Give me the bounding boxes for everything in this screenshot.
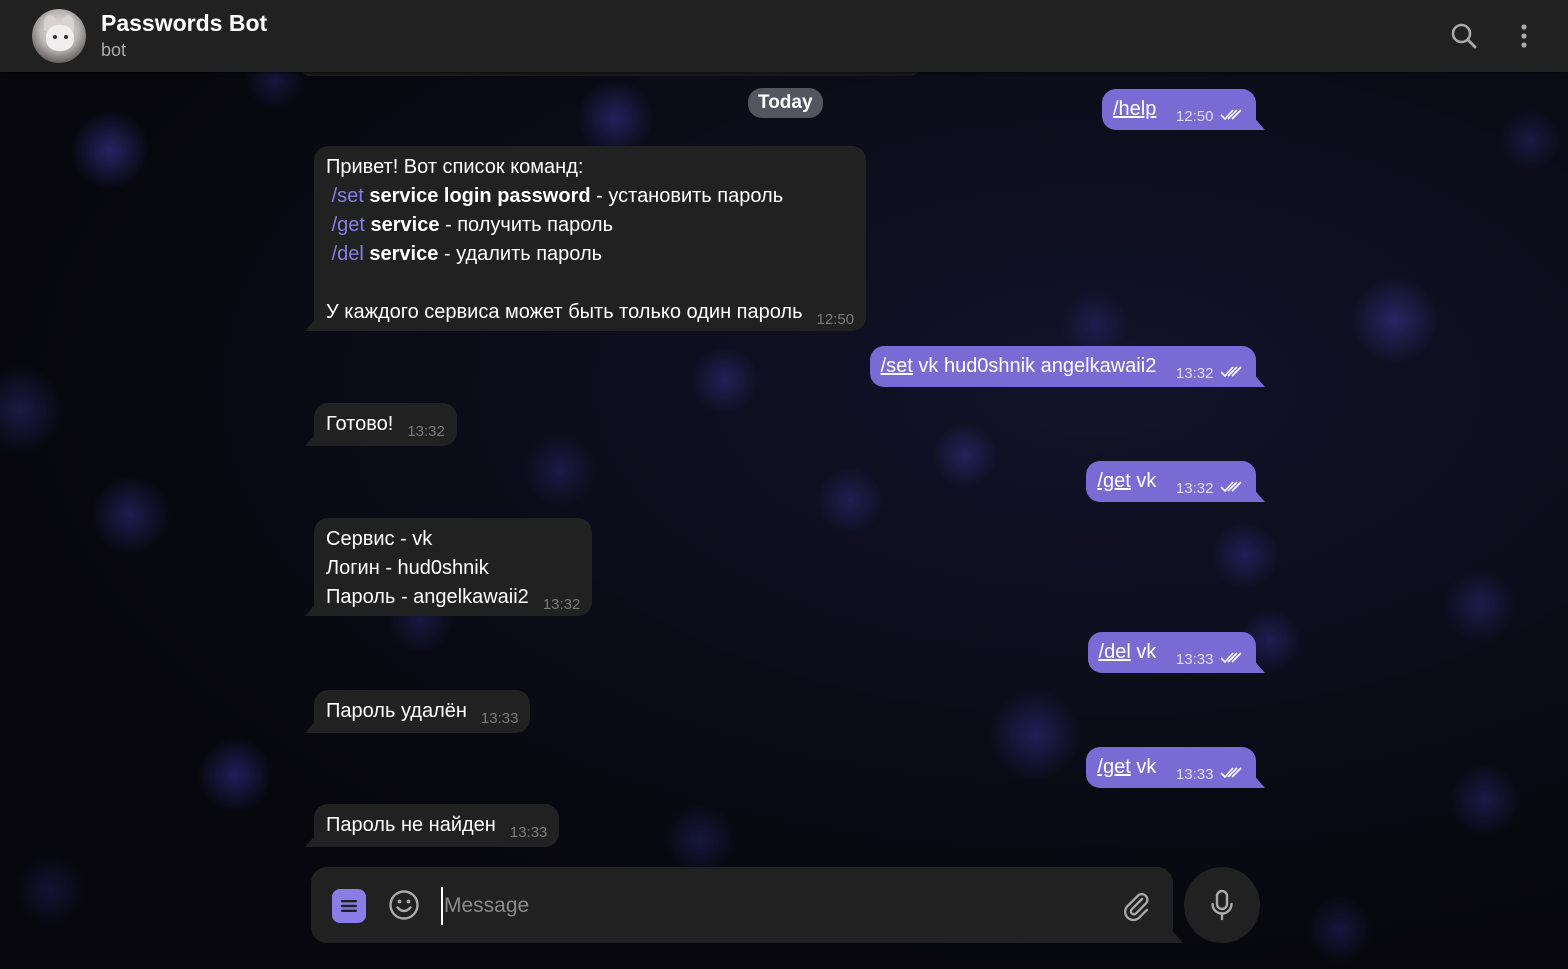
attach-button[interactable] xyxy=(1119,889,1153,923)
message-text: Пароль не найден xyxy=(326,814,496,836)
command-link[interactable]: /get xyxy=(332,214,365,236)
bot-menu-button[interactable] xyxy=(332,889,366,923)
message-incoming[interactable]: Сервис - vk Логин - hud0shnik Пароль - a… xyxy=(314,518,593,616)
emoji-button[interactable] xyxy=(387,888,421,922)
message-incoming[interactable]: Привет! Вот список команд: /set service … xyxy=(314,146,867,331)
avatar[interactable] xyxy=(32,9,86,63)
message-time: 13:32 xyxy=(1175,365,1214,382)
message-text: vk xyxy=(1130,641,1157,663)
message-line: /del service - удалить пароль xyxy=(331,243,603,265)
voice-message-button[interactable] xyxy=(1184,867,1260,943)
message-outgoing[interactable]: /set vk hud0shnik angelkawaii2 13:32 xyxy=(869,346,1256,387)
double-check-icon xyxy=(1220,109,1242,121)
command-link[interactable]: /set xyxy=(881,355,913,377)
message-outgoing[interactable]: /help 12:50 xyxy=(1101,89,1256,130)
message-line: Пароль - angelkawaii2 13:32 xyxy=(326,586,581,613)
message-incoming[interactable]: Готово! 13:32 xyxy=(314,403,457,446)
message-text: Пароль удалён xyxy=(326,700,467,722)
message-line: Привет! Вот список команд: xyxy=(326,156,584,178)
message-incoming[interactable]: Пароль удалён 13:33 xyxy=(314,690,531,733)
message-line: Сервис - vk xyxy=(326,528,433,550)
message-line: /get service - получить пароль xyxy=(331,214,613,236)
command-link[interactable]: /del xyxy=(332,243,364,265)
more-vertical-icon xyxy=(1521,24,1527,48)
message-time: 12:50 xyxy=(1175,108,1214,125)
command-link[interactable]: /get xyxy=(1097,756,1130,778)
message-time: 12:50 xyxy=(816,311,855,328)
message-time: 13:32 xyxy=(1175,480,1214,497)
double-check-icon xyxy=(1220,366,1242,378)
double-check-icon xyxy=(1220,652,1242,664)
message-time: 13:33 xyxy=(1175,651,1214,668)
date-separator: Today xyxy=(748,88,823,118)
command-link[interactable]: /del xyxy=(1099,641,1131,663)
chat-header: Passwords Bot bot xyxy=(0,0,1568,72)
bot-menu-icon xyxy=(341,900,357,912)
paperclip-icon xyxy=(1124,892,1149,922)
message-outgoing[interactable]: /get vk 13:32 xyxy=(1086,461,1256,502)
message-time: 13:33 xyxy=(509,824,548,841)
command-link[interactable]: /set xyxy=(332,185,364,207)
search-button[interactable] xyxy=(1442,14,1486,58)
message-outgoing[interactable]: /get vk 13:33 xyxy=(1086,747,1256,788)
message-time: 13:33 xyxy=(480,710,519,727)
double-check-icon xyxy=(1220,767,1242,779)
message-text: vk xyxy=(1130,756,1157,778)
message-input[interactable] xyxy=(441,887,1106,925)
message-line: /set service login password - установить… xyxy=(331,185,784,207)
message-text: vk hud0shnik angelkawaii2 xyxy=(912,355,1157,377)
message-incoming[interactable]: Пароль не найден 13:33 xyxy=(314,804,560,847)
message-line: Логин - hud0shnik xyxy=(326,557,489,579)
message-text: Готово! xyxy=(326,413,394,435)
message-time: 13:32 xyxy=(407,423,445,440)
search-icon xyxy=(1451,23,1477,49)
double-check-icon xyxy=(1220,481,1242,493)
chat-title[interactable]: Passwords Bot xyxy=(101,10,267,37)
message-text: vk xyxy=(1130,470,1157,492)
command-link[interactable]: /help xyxy=(1113,98,1156,120)
message-outgoing[interactable]: /del vk 13:33 xyxy=(1087,632,1256,673)
command-link[interactable]: /get xyxy=(1097,470,1130,492)
message-line xyxy=(326,269,854,298)
chat-subtitle: bot xyxy=(101,40,127,60)
emoji-icon xyxy=(389,890,419,920)
message-time: 13:32 xyxy=(542,596,581,613)
microphone-icon xyxy=(1211,889,1233,921)
message-time: 13:33 xyxy=(1175,766,1214,783)
message-line: У каждого сервиса может быть только один… xyxy=(326,301,855,328)
message-composer xyxy=(311,867,1173,943)
more-button[interactable] xyxy=(1502,14,1546,58)
